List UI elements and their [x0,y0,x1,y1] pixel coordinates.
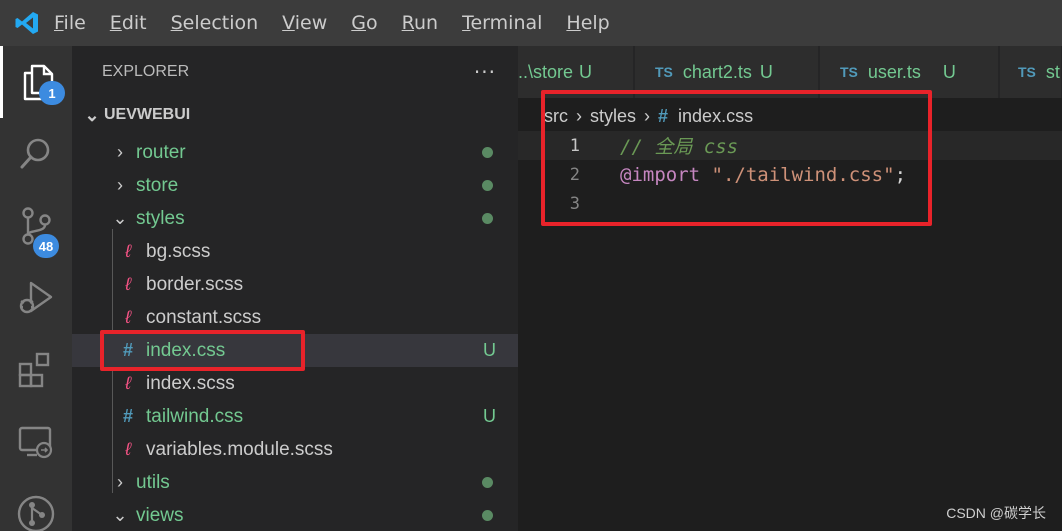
more-actions-button[interactable]: ··· [474,60,496,84]
folder-row-styles[interactable]: ⌄ styles [72,202,518,235]
explorer-header: EXPLORER ··· [72,46,518,98]
menu-run[interactable]: Run [402,12,438,34]
activity-bar: 1 48 [0,46,72,531]
annotation-box-editor [541,90,932,226]
watermark: CSDN @碳学长 [946,505,1046,521]
file-row-variables-module-scss[interactable]: ℓ variables.module.scss [72,433,518,466]
menu-bar: File Edit Selection View Go Run Terminal… [0,0,1062,46]
file-label: tailwind.css [146,405,244,427]
project-root-row[interactable]: ⌄ UEVWEBUI [72,98,518,132]
sass-file-icon: ℓ [125,439,131,459]
modified-dot [482,477,493,488]
typescript-file-icon: TS [655,64,673,80]
vscode-logo-icon [0,0,54,46]
tab-label: st [1045,61,1060,82]
search-activity-button[interactable] [0,118,72,190]
menu-file[interactable]: File [54,12,86,34]
tab-status: U [579,61,593,82]
extensions-activity-button[interactable] [0,334,72,406]
file-row-bg-scss[interactable]: ℓ bg.scss [72,235,518,268]
file-label: border.scss [146,273,244,295]
remote-explorer-activity-button[interactable] [0,406,72,478]
chevron-right-icon: › [117,472,123,492]
file-label: variables.module.scss [146,438,333,460]
source-control-badge: 48 [33,234,59,258]
typescript-file-icon: TS [1018,64,1036,80]
extensions-icon [18,352,50,388]
modified-dot [482,180,493,191]
css-file-icon: # [122,406,133,426]
untracked-badge: U [483,406,496,426]
menu-selection[interactable]: Selection [171,12,259,34]
search-icon [20,138,50,169]
chevron-down-icon: ⌄ [84,104,100,125]
explorer-title: EXPLORER [102,63,190,80]
explorer-sidebar: EXPLORER ··· ⌄ UEVWEBUI › router › store… [72,46,518,531]
file-label: index.scss [146,372,235,394]
menu-edit[interactable]: Edit [110,12,147,34]
chevron-down-icon: ⌄ [112,208,128,228]
chevron-right-icon: › [117,175,123,195]
modified-dot [482,213,493,224]
tab-label: chart2.ts [682,61,752,82]
file-label: bg.scss [146,240,211,262]
git-graph-icon [17,495,55,531]
folder-label: styles [136,207,185,229]
sass-file-icon: ℓ [125,241,131,261]
folder-row-store[interactable]: › store [72,169,518,202]
file-row-tailwind-css[interactable]: # tailwind.css U [72,400,518,433]
chevron-down-icon: ⌄ [112,505,128,525]
git-graph-activity-button[interactable] [0,478,72,531]
untracked-badge: U [483,340,496,360]
menu-help[interactable]: Help [566,12,609,34]
sass-file-icon: ℓ [125,307,131,327]
run-debug-icon [19,281,53,314]
annotation-box-file [100,330,305,371]
folder-label: store [136,174,179,196]
tab-label: ..\store [518,61,574,82]
file-row-index-scss[interactable]: ℓ index.scss [72,367,518,400]
run-debug-activity-button[interactable] [0,262,72,334]
tab-status: U [942,61,956,82]
modified-dot [482,147,493,158]
project-name: UEVWEBUI [104,106,191,123]
file-label: constant.scss [146,306,262,328]
menu-view[interactable]: View [282,12,327,34]
folder-row-utils[interactable]: › utils [72,466,518,499]
explorer-activity-button[interactable]: 1 [0,46,72,118]
folder-row-views[interactable]: ⌄ views [72,499,518,531]
tab-status: U [759,61,773,82]
remote-explorer-icon [18,426,53,459]
folder-label: router [136,141,186,163]
tab-st[interactable]: TS st [1000,46,1062,98]
modified-dot [482,510,493,521]
typescript-file-icon: TS [840,64,858,80]
sass-file-icon: ℓ [125,373,131,393]
source-control-activity-button[interactable]: 48 [0,190,72,262]
chevron-right-icon: › [117,142,123,162]
folder-label: utils [136,471,170,493]
file-row-border-scss[interactable]: ℓ border.scss [72,268,518,301]
tab-label: user.ts [867,61,921,82]
menu-go[interactable]: Go [351,12,377,34]
sass-file-icon: ℓ [125,274,131,294]
folder-label: views [136,504,184,526]
folder-row-router[interactable]: › router [72,136,518,169]
menu-terminal[interactable]: Terminal [462,12,542,34]
explorer-badge: 1 [39,81,65,105]
